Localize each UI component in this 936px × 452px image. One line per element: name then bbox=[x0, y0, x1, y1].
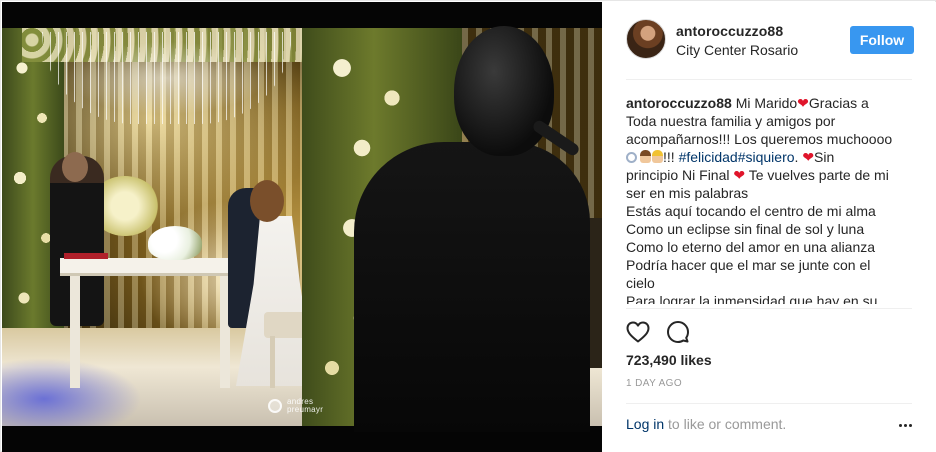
registry-book bbox=[64, 253, 108, 259]
post-timestamp: 1 DAY AGO bbox=[626, 378, 683, 389]
post-sidebar: antoroccuzzo88 City Center Rosario Follo… bbox=[602, 2, 936, 452]
post-card: andres preumayr antoroccuzzo88 City Cent… bbox=[0, 0, 936, 452]
bride-head bbox=[250, 180, 284, 222]
location-link[interactable]: City Center Rosario bbox=[676, 42, 798, 58]
blonde-person-emoji-icon bbox=[652, 150, 663, 163]
caption-text: Podría hacer que el mar se junte con el bbox=[626, 257, 871, 273]
table-flowers bbox=[148, 226, 202, 260]
caption-text: acompañarnos!!! Los queremos muchoooo bbox=[626, 131, 893, 147]
photographer-watermark: andres preumayr bbox=[268, 398, 323, 414]
hashtag-link[interactable]: #felicidad#siquiero bbox=[679, 149, 795, 165]
caption-text: Estás aquí tocando el centro de mi alma bbox=[626, 203, 876, 219]
divider bbox=[626, 308, 912, 309]
post-photo[interactable]: andres preumayr bbox=[2, 2, 602, 452]
ceremony-table bbox=[60, 258, 240, 388]
caption-text: !!! bbox=[663, 149, 679, 165]
woman-emoji-icon bbox=[640, 150, 651, 163]
like-count[interactable]: 723,490 likes bbox=[626, 352, 712, 368]
caption-text: Gracias a bbox=[808, 95, 869, 111]
avatar[interactable] bbox=[626, 19, 666, 59]
singer-silhouette bbox=[354, 142, 590, 432]
heart-outline-icon[interactable] bbox=[626, 320, 650, 344]
divider bbox=[626, 403, 912, 404]
caption-text: Como lo eterno del amor en una alianza bbox=[626, 239, 876, 255]
ring-emoji-icon bbox=[626, 152, 637, 163]
watermark-logo-icon bbox=[268, 399, 282, 413]
header-username[interactable]: antoroccuzzo88 bbox=[676, 23, 783, 39]
follow-button[interactable]: Follow bbox=[850, 26, 914, 54]
caption-text: Mi Marido bbox=[735, 95, 798, 111]
caption-text: Para lograr la inmensidad que hay en su bbox=[626, 293, 878, 304]
red-heart-emoji-icon: ❤ bbox=[802, 149, 815, 165]
login-link[interactable]: Log in bbox=[626, 416, 664, 432]
more-options-icon[interactable] bbox=[896, 416, 914, 434]
red-heart-emoji-icon: ❤ bbox=[797, 95, 809, 111]
red-heart-emoji-icon: ❤ bbox=[733, 167, 746, 183]
caption-text: Te vuelves parte de mi bbox=[745, 167, 889, 183]
caption-text: cielo bbox=[626, 275, 655, 291]
caption-text: principio Ni Final bbox=[626, 167, 730, 183]
comment-bubble-icon[interactable] bbox=[666, 320, 690, 344]
post-header: antoroccuzzo88 City Center Rosario Follo… bbox=[602, 2, 936, 80]
caption: antoroccuzzo88 Mi Marido❤Gracias a Toda … bbox=[626, 94, 914, 304]
comment-prompt-text: to like or comment. bbox=[664, 416, 787, 432]
caption-text: ser en mis palabras bbox=[626, 185, 749, 201]
caption-text: Toda nuestra familia y amigos por bbox=[626, 113, 836, 129]
caption-username[interactable]: antoroccuzzo88 bbox=[626, 95, 732, 111]
divider bbox=[626, 79, 912, 80]
watermark-line-2: preumayr bbox=[287, 405, 324, 414]
guest-left-head bbox=[62, 152, 88, 182]
caption-text: Sin bbox=[814, 149, 835, 165]
comment-prompt: Log in to like or comment. bbox=[626, 416, 914, 434]
caption-text: Como un eclipse sin final de sol y luna bbox=[626, 221, 865, 237]
action-bar bbox=[626, 320, 690, 346]
singer-head bbox=[454, 26, 554, 156]
